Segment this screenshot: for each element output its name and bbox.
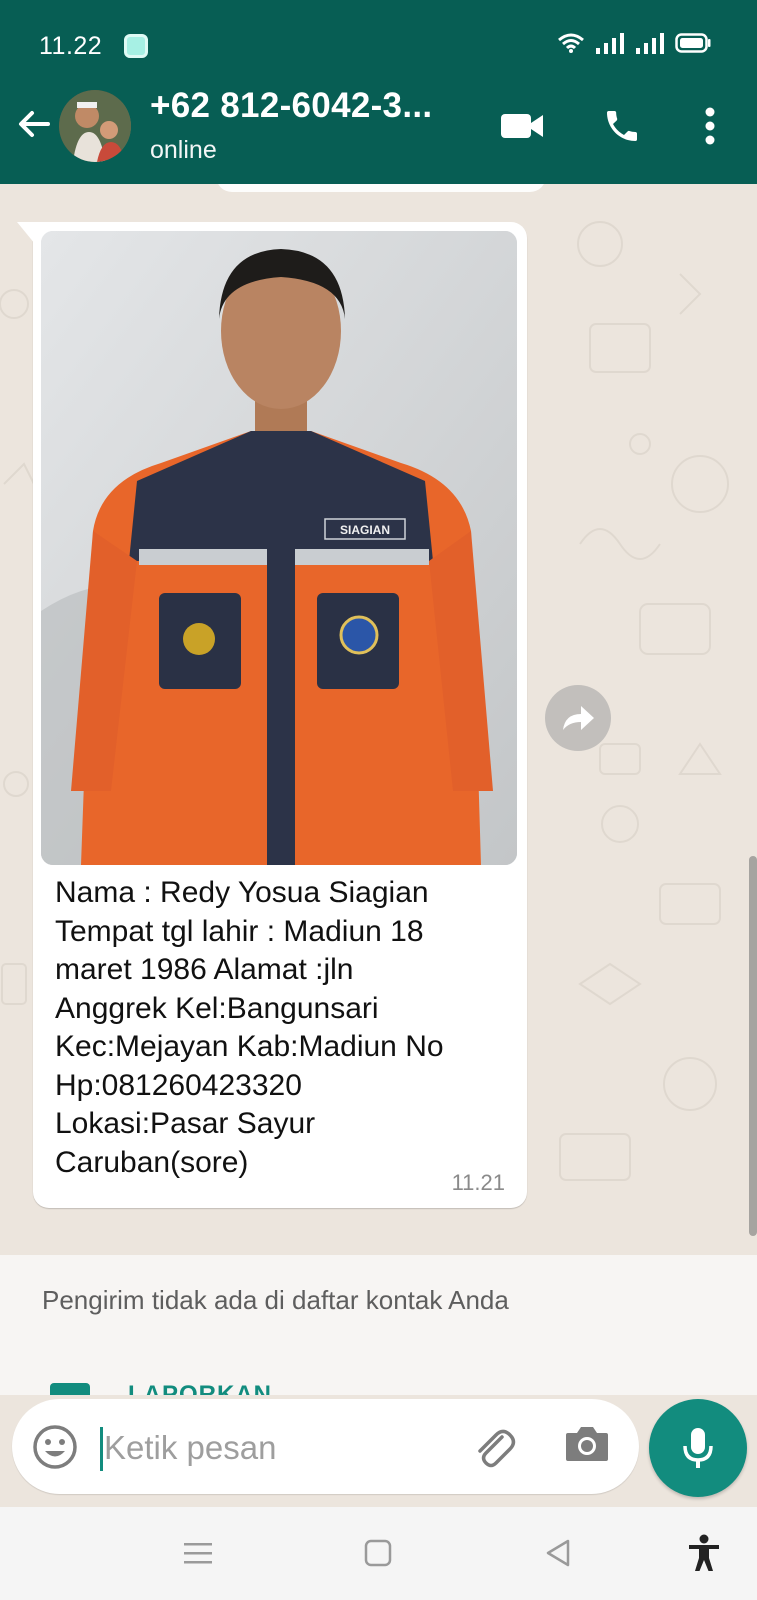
home-square-icon [364, 1539, 392, 1567]
back-triangle-icon [546, 1539, 570, 1567]
status-bar: 11.22 [0, 0, 757, 66]
report-label: LAPORKAN [128, 1383, 272, 1395]
unknown-sender-panel: Pengirim tidak ada di daftar kontak Anda… [0, 1255, 757, 1395]
battery-icon [675, 33, 711, 53]
recents-button[interactable] [176, 1531, 220, 1575]
notification-app-icon [124, 34, 148, 58]
status-icons [557, 32, 711, 54]
signal-icon-2 [636, 33, 664, 54]
more-options-button[interactable] [686, 102, 734, 150]
camera-icon [566, 1427, 608, 1461]
message-caption: Nama : Redy Yosua Siagian Tempat tgl lah… [55, 876, 444, 1179]
incoming-message-bubble[interactable]: SIAGIAN Nama : Redy Yosua Siagian Tempat… [17, 222, 527, 1208]
text-caret [100, 1427, 103, 1471]
chat-area[interactable]: SIAGIAN Nama : Redy Yosua Siagian Tempat… [0, 184, 757, 1255]
message-input[interactable]: Ketik pesan [104, 1429, 276, 1467]
contact-name[interactable]: +62 812-6042-3... [150, 86, 432, 126]
emoji-icon [33, 1425, 77, 1469]
accessibility-icon [689, 1534, 719, 1571]
voice-record-button[interactable] [649, 1399, 747, 1497]
accessibility-button[interactable] [682, 1531, 726, 1575]
video-call-icon [501, 114, 543, 138]
contact-status: online [150, 136, 217, 164]
message-input-container[interactable]: Ketik pesan [12, 1399, 639, 1494]
previous-message-edge [216, 184, 546, 192]
back-nav-button[interactable] [536, 1531, 580, 1575]
paperclip-icon [478, 1429, 516, 1468]
forward-icon [563, 706, 594, 730]
back-arrow-icon [19, 111, 50, 137]
avatar-image [59, 90, 131, 162]
microphone-icon [683, 1428, 713, 1468]
back-button[interactable] [14, 104, 54, 144]
contact-avatar[interactable] [59, 90, 131, 162]
composer-row: Ketik pesan [0, 1395, 757, 1507]
chat-scrollbar[interactable] [749, 856, 757, 1236]
unknown-sender-notice: Pengirim tidak ada di daftar kontak Anda [42, 1285, 509, 1315]
system-navigation-bar [0, 1507, 757, 1600]
wifi-icon [558, 33, 584, 53]
report-icon [50, 1383, 90, 1395]
message-photo[interactable]: SIAGIAN [41, 231, 517, 865]
phone-icon [607, 111, 637, 141]
more-vert-icon [705, 107, 715, 145]
chat-header: +62 812-6042-3... online [0, 66, 757, 184]
forward-button[interactable] [545, 685, 611, 751]
emoji-button[interactable] [32, 1424, 78, 1470]
bubble-tail [17, 222, 35, 244]
menu-lines-icon [184, 1543, 212, 1564]
attach-button[interactable] [470, 1423, 518, 1471]
voice-call-button[interactable] [598, 102, 646, 150]
home-button[interactable] [356, 1531, 400, 1575]
status-time: 11.22 [39, 32, 103, 60]
camera-button[interactable] [564, 1423, 612, 1471]
report-button[interactable]: LAPORKAN [50, 1383, 290, 1395]
photo-image: SIAGIAN [41, 231, 517, 865]
photo-name-badge: SIAGIAN [340, 523, 390, 537]
message-timestamp: 11.21 [451, 1170, 505, 1195]
signal-icon [596, 33, 624, 54]
video-call-button[interactable] [498, 102, 546, 150]
